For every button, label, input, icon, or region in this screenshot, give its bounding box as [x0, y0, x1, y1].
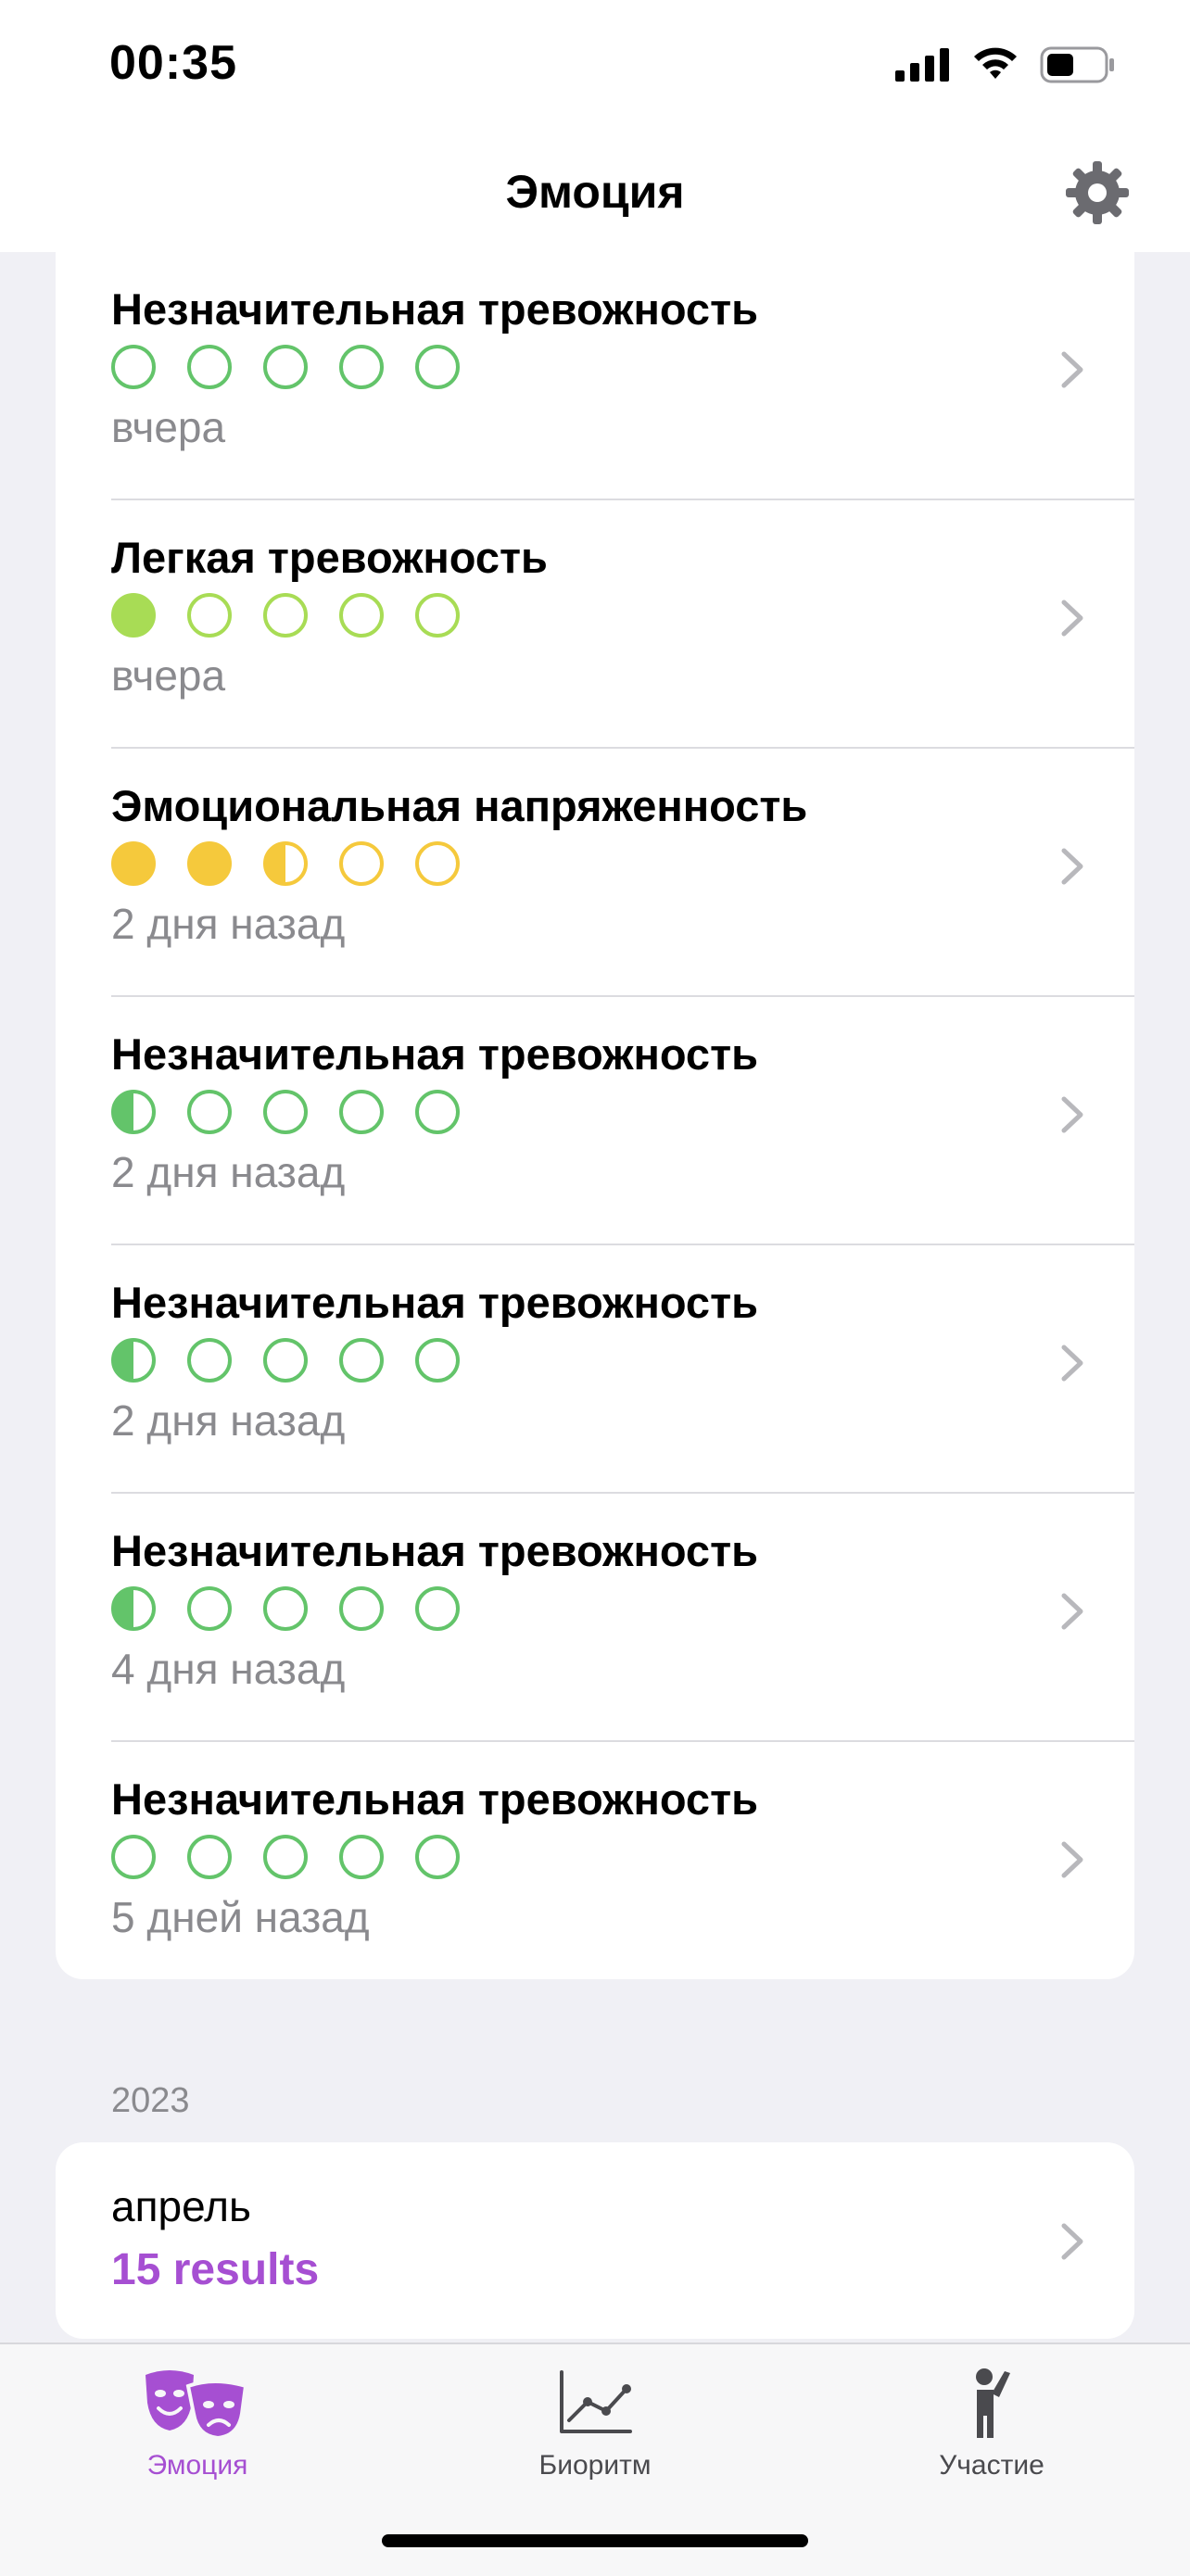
level-dots [111, 1338, 460, 1383]
level-dot-half [263, 841, 308, 886]
chevron-right-icon [1061, 1593, 1083, 1630]
tab-bar: Эмоция Биоритм Участие [0, 2342, 1190, 2576]
list-item[interactable]: Эмоциональная напряженность 2 дня назад [56, 749, 1134, 997]
entry-title: Легкая тревожность [111, 533, 548, 582]
chevron-right-icon [1061, 351, 1083, 388]
entry-time: 2 дня назад [111, 900, 346, 948]
list-item[interactable]: Незначительная тревожность вчера [56, 252, 1134, 500]
level-dot-empty [415, 1090, 460, 1134]
level-dot-empty [187, 1586, 232, 1631]
level-dot-empty [263, 345, 308, 389]
level-dot-half [111, 1090, 156, 1134]
entry-time: вчера [111, 651, 226, 700]
chevron-right-icon [1061, 1345, 1083, 1382]
list-item[interactable]: Незначительная тревожность 5 дней назад [56, 1742, 1134, 1990]
entry-title: Незначительная тревожность [111, 1278, 758, 1327]
level-dot-empty [263, 1835, 308, 1879]
person-raising-hand-icon [976, 2368, 1010, 2438]
theater-masks-icon [146, 2370, 248, 2440]
level-dot-empty [187, 345, 232, 389]
level-dot-empty [263, 593, 308, 638]
level-dot-empty [415, 345, 460, 389]
section-header-year: 2023 [111, 2081, 190, 2120]
level-dot-empty [111, 345, 156, 389]
level-dot-empty [339, 593, 384, 638]
status-bar: 00:35 [0, 0, 1190, 139]
level-dot-empty [415, 1338, 460, 1383]
entry-time: 2 дня назад [111, 1396, 346, 1445]
level-dot-empty [263, 1586, 308, 1631]
level-dot-empty [187, 1090, 232, 1134]
level-dot-empty [339, 1090, 384, 1134]
tab-label: Эмоция [146, 2450, 248, 2481]
status-time: 00:35 [109, 36, 237, 90]
cellular-signal-icon [895, 48, 949, 82]
level-dot-full [111, 841, 156, 886]
emotion-list: Незначительная тревожность вчера Легкая … [56, 252, 1134, 1979]
status-icons [895, 46, 1116, 83]
chevron-right-icon [1061, 1841, 1083, 1878]
level-dots [111, 345, 460, 389]
level-dot-empty [415, 1835, 460, 1879]
tab-label: Участие [939, 2450, 1044, 2481]
level-dot-full [187, 841, 232, 886]
level-dot-empty [415, 841, 460, 886]
chevron-right-icon [1061, 2223, 1083, 2260]
entry-title: Незначительная тревожность [111, 1029, 758, 1079]
level-dot-empty [339, 1835, 384, 1879]
list-item[interactable]: Легкая тревожность вчера [56, 500, 1134, 749]
entry-time: вчера [111, 403, 226, 451]
chevron-right-icon [1061, 848, 1083, 885]
gear-icon [1066, 161, 1129, 224]
level-dot-empty [187, 1338, 232, 1383]
chevron-right-icon [1061, 600, 1083, 637]
settings-button[interactable] [1062, 158, 1133, 228]
level-dot-full [111, 593, 156, 638]
tab-label: Биоритм [538, 2450, 652, 2481]
level-dots [111, 1586, 460, 1631]
level-dot-empty [415, 1586, 460, 1631]
list-item[interactable]: Незначительная тревожность 2 дня назад [56, 997, 1134, 1245]
entry-time: 4 дня назад [111, 1645, 346, 1693]
month-summary-card[interactable]: апрель 15 results [56, 2142, 1134, 2339]
page-title: Эмоция [505, 166, 685, 218]
list-item[interactable]: Незначительная тревожность 4 дня назад [56, 1494, 1134, 1742]
tab-emotion[interactable]: Эмоция [58, 2361, 336, 2500]
level-dot-empty [111, 1835, 156, 1879]
level-dot-half [111, 1338, 156, 1383]
wifi-icon [974, 47, 1017, 79]
level-dots [111, 1835, 460, 1879]
entry-title: Незначительная тревожность [111, 1774, 758, 1824]
tab-participation[interactable]: Участие [853, 2361, 1131, 2500]
month-label: апрель [111, 2182, 251, 2230]
level-dot-half [111, 1586, 156, 1631]
entry-time: 2 дня назад [111, 1148, 346, 1196]
results-count: 15 results [111, 2245, 320, 2294]
level-dot-empty [339, 1338, 384, 1383]
level-dot-empty [339, 841, 384, 886]
level-dot-empty [339, 1586, 384, 1631]
level-dot-empty [263, 1338, 308, 1383]
battery-icon [1040, 46, 1114, 83]
home-indicator [382, 2534, 808, 2547]
level-dot-empty [415, 593, 460, 638]
level-dot-empty [339, 345, 384, 389]
chevron-right-icon [1061, 1096, 1083, 1133]
line-chart-icon [560, 2370, 632, 2433]
level-dot-empty [263, 1090, 308, 1134]
list-item[interactable]: Незначительная тревожность 2 дня назад [56, 1245, 1134, 1494]
entry-title: Незначительная тревожность [111, 1526, 758, 1575]
level-dots [111, 1090, 460, 1134]
entry-title: Незначительная тревожность [111, 284, 758, 334]
level-dots [111, 841, 460, 886]
level-dots [111, 593, 460, 638]
entry-title: Эмоциональная напряженность [111, 781, 808, 830]
navigation-header: Эмоция [0, 139, 1190, 252]
level-dot-empty [187, 1835, 232, 1879]
tab-biorhythm[interactable]: Биоритм [456, 2361, 734, 2500]
entry-time: 5 дней назад [111, 1893, 370, 1941]
level-dot-empty [187, 593, 232, 638]
